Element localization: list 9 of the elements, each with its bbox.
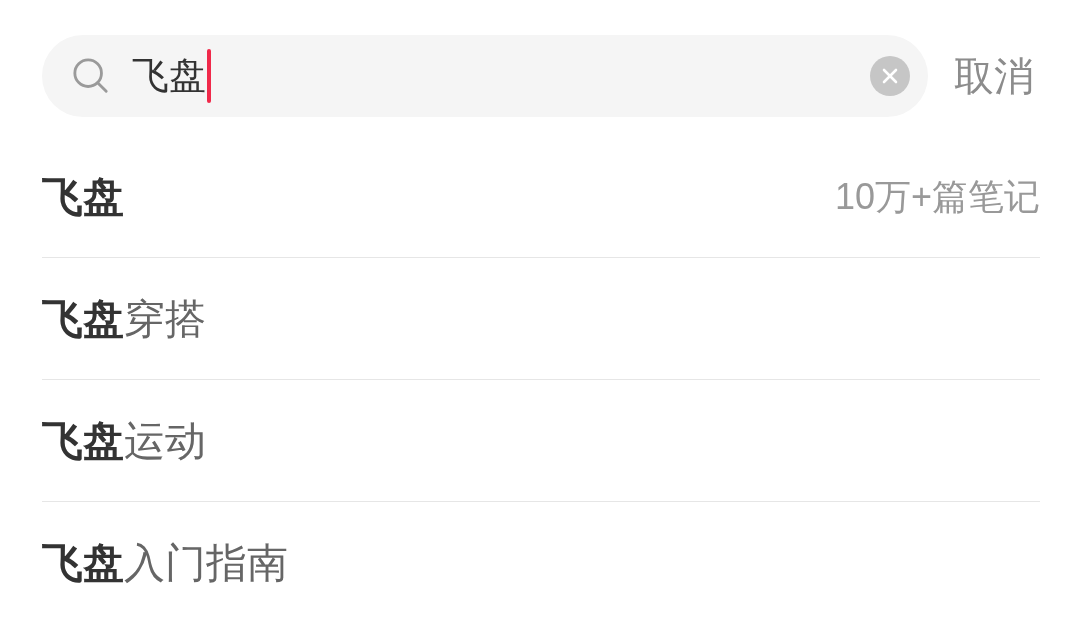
suggestion-item[interactable]: 飞盘 [42,171,124,222]
suggestion-item[interactable]: 飞盘入门指南 [42,538,288,588]
search-icon [72,57,110,95]
search-input[interactable]: 飞盘 [132,54,206,98]
suggestion-item[interactable]: 飞盘运动 [42,415,206,466]
clear-button[interactable] [870,56,910,96]
close-icon [882,68,898,84]
suggestion-item[interactable]: 飞盘穿搭 [42,293,206,344]
note-count: 10万+篇笔记 [834,174,1040,219]
